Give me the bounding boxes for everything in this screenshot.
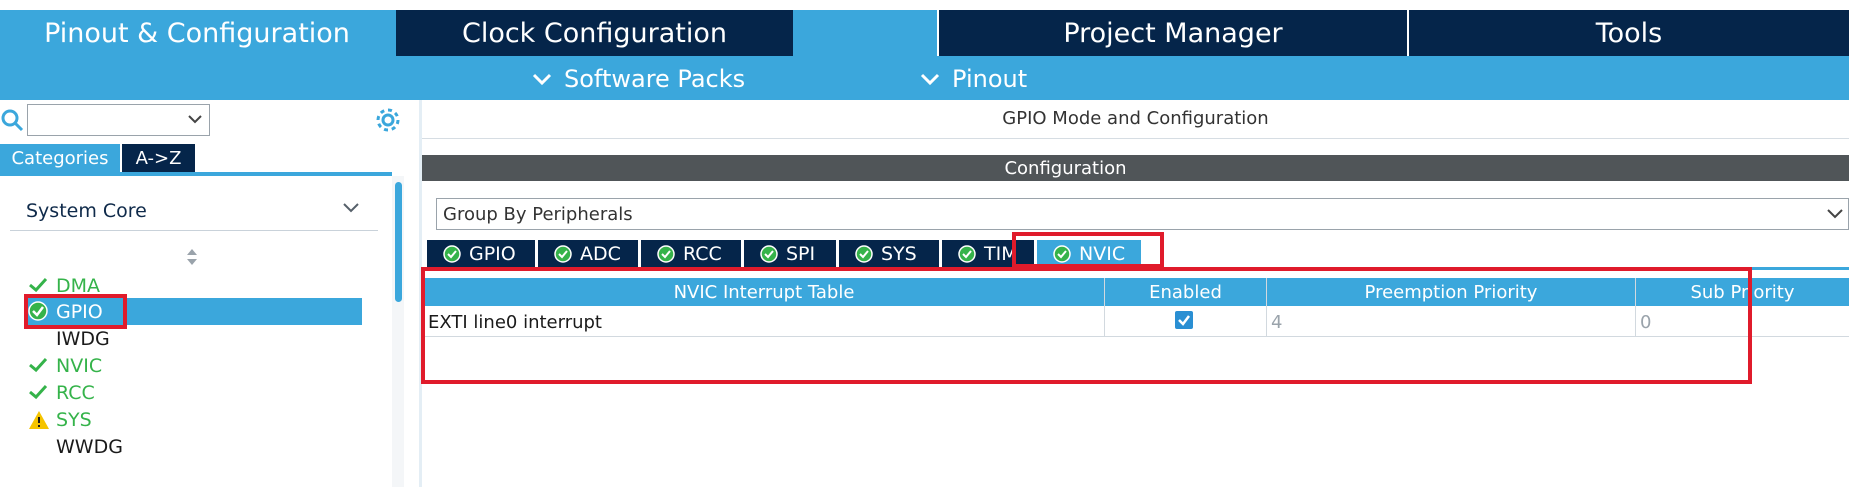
tab-pinout-configuration[interactable]: Pinout & Configuration	[0, 10, 394, 56]
check-circle-icon	[958, 244, 976, 263]
divider	[422, 138, 1849, 139]
tab-categories[interactable]: Categories	[0, 144, 120, 172]
check-circle-icon	[855, 244, 873, 263]
tab-sys[interactable]: SYS	[839, 240, 939, 267]
annotation-box-nvic-tab	[1012, 232, 1164, 268]
chevron-down-icon[interactable]	[187, 113, 203, 125]
tab-label: SYS	[881, 242, 917, 265]
tab-underline	[0, 172, 392, 176]
tab-adc[interactable]: ADC	[538, 240, 638, 267]
chevron-down-icon[interactable]	[1826, 207, 1844, 221]
tab-label: SPI	[786, 242, 816, 265]
tab-label: Tools	[1595, 17, 1663, 49]
check-icon	[29, 384, 48, 400]
tab-label: Project Manager	[1063, 17, 1283, 49]
sidebar-item-nvic[interactable]: NVIC	[56, 353, 102, 379]
tab-tools[interactable]: Tools	[1409, 10, 1849, 56]
tab-gpio[interactable]: GPIO	[427, 240, 535, 267]
tab-spi[interactable]: SPI	[744, 240, 836, 267]
group-by-value: Group By Peripherals	[443, 203, 633, 225]
tab-a-z[interactable]: A->Z	[122, 144, 195, 172]
configuration-label: Configuration	[1004, 157, 1127, 179]
chevron-down-icon	[920, 73, 940, 86]
tab-project-manager[interactable]: Project Manager	[939, 10, 1407, 56]
sidebar-item-sys[interactable]: SYS	[56, 407, 92, 433]
sidebar-item-wwdg[interactable]: WWDG	[56, 434, 123, 460]
tab-label: ADC	[580, 242, 621, 265]
divider	[10, 230, 378, 231]
sidebar-item-iwdg[interactable]: IWDG	[56, 326, 110, 352]
page-title: GPIO Mode and Configuration	[1002, 108, 1269, 129]
search-icon[interactable]	[0, 108, 24, 132]
tab-label: RCC	[683, 242, 722, 265]
annotation-box-nvic-table	[421, 267, 1752, 384]
chevron-down-icon	[532, 73, 552, 86]
scrollbar-thumb[interactable]	[395, 182, 402, 302]
subtab-label: Software Packs	[564, 65, 746, 93]
subtab-label: Pinout	[952, 65, 1028, 93]
check-circle-icon	[554, 244, 572, 263]
check-icon	[29, 357, 48, 373]
check-circle-icon	[760, 244, 778, 263]
top-strip	[0, 0, 1849, 10]
tab-rcc[interactable]: RCC	[641, 240, 741, 267]
tab-label: Categories	[11, 147, 109, 169]
check-circle-icon	[657, 244, 675, 263]
check-circle-icon	[443, 244, 461, 263]
gear-icon[interactable]	[374, 106, 402, 134]
tab-label: Pinout & Configuration	[44, 17, 350, 49]
tab-clock-configuration[interactable]: Clock Configuration	[396, 10, 793, 56]
sort-icon[interactable]	[186, 248, 198, 266]
tab-label: GPIO	[469, 242, 516, 265]
warning-icon	[29, 411, 49, 429]
annotation-box-gpio	[24, 294, 127, 329]
sidebar-item-rcc[interactable]: RCC	[56, 380, 95, 406]
category-system-core[interactable]: System Core	[26, 200, 147, 222]
group-by-select[interactable]: Group By Peripherals	[436, 198, 1849, 230]
configuration-header: Configuration	[422, 155, 1849, 181]
subtab-pinout[interactable]: Pinout	[920, 60, 1027, 98]
subtab-software-packs[interactable]: Software Packs	[532, 60, 745, 98]
tab-label: A->Z	[135, 147, 182, 169]
check-icon	[29, 277, 48, 293]
search-input[interactable]	[27, 104, 210, 136]
tab-label: Clock Configuration	[461, 17, 728, 49]
chevron-down-icon[interactable]	[342, 201, 360, 215]
